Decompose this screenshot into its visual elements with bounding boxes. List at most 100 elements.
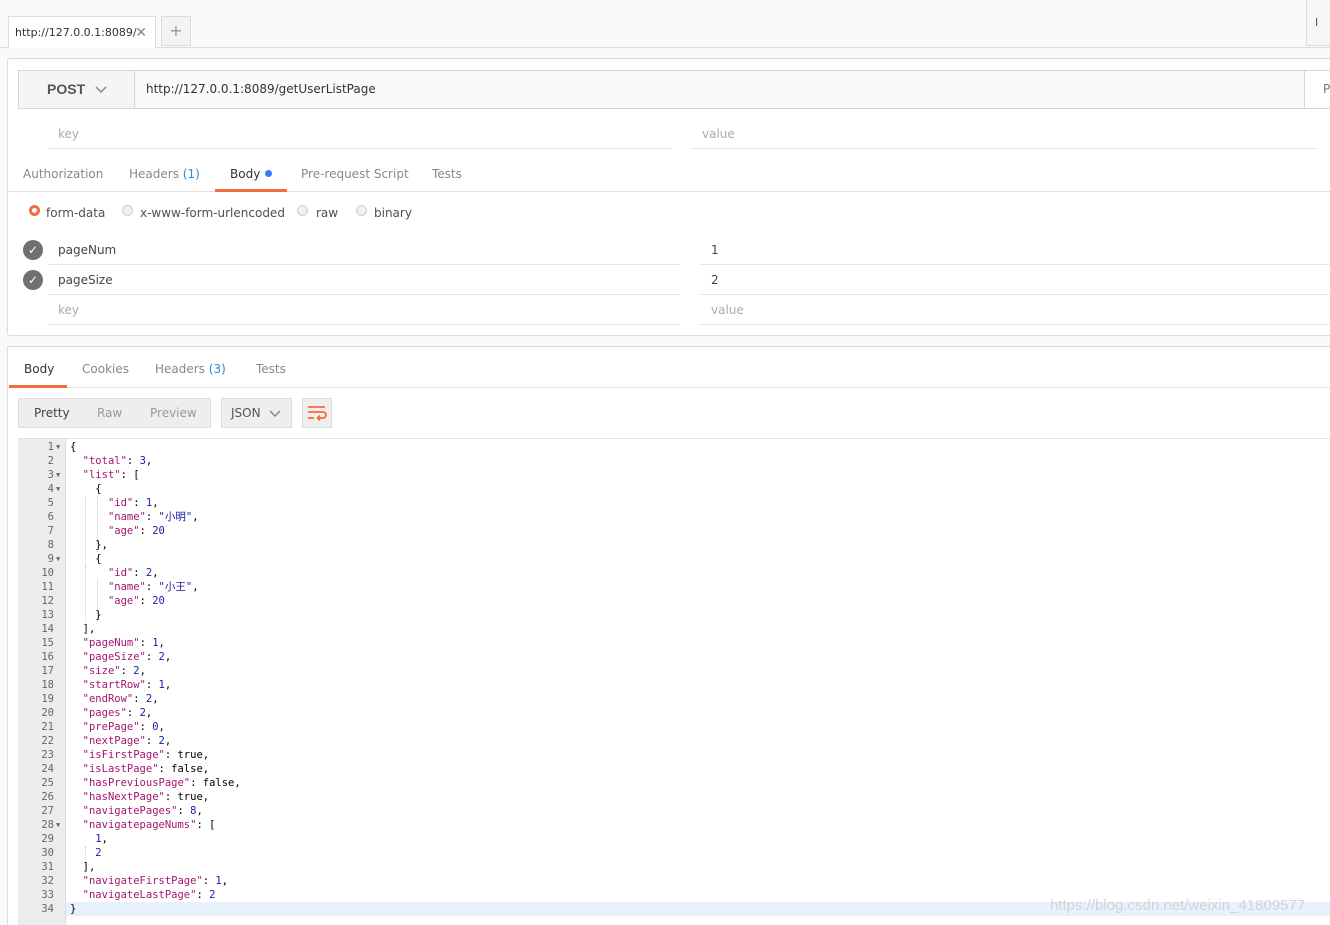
response-tab-body-label: Body <box>24 362 55 376</box>
code-line: "endRow": 2, <box>82 693 159 705</box>
fold-arrow-icon[interactable]: ▼ <box>56 468 64 482</box>
form-new-value-input[interactable]: value <box>700 295 1330 325</box>
code-line: "id": 1, <box>107 497 159 509</box>
line-number: 10 <box>41 567 54 579</box>
form-value-input[interactable]: 1 <box>700 235 1330 265</box>
fold-arrow-icon[interactable]: ▼ <box>56 440 64 454</box>
tab-pre-request-script[interactable]: Pre-request Script <box>301 159 409 192</box>
request-tab[interactable]: http://127.0.0.1:8089/ ✕ <box>8 16 156 48</box>
fold-arrow-icon[interactable]: ▼ <box>56 482 64 496</box>
code-line: "age": 20 <box>107 525 165 537</box>
line-number: 16 <box>41 651 54 663</box>
line-number: 8 <box>47 539 54 551</box>
line-number: 5 <box>47 497 54 509</box>
preview-button[interactable]: Preview <box>150 399 197 427</box>
code-line: }, <box>70 539 108 551</box>
line-number: 29 <box>41 833 54 845</box>
fold-arrow-icon[interactable]: ▼ <box>56 818 64 832</box>
response-tab-headers-label: Headers <box>155 362 205 376</box>
method-label: POST <box>47 81 86 97</box>
code-line: "navigateFirstPage": 1, <box>82 875 229 887</box>
code-line: "pageSize": 2, <box>82 651 172 663</box>
tab-headers[interactable]: Headers (1) <box>129 159 200 192</box>
response-body-editor[interactable]: 1 ▼{2 "total": 3, 3 ▼ "list": [4 ▼ {5 "id": … <box>18 438 1330 925</box>
pretty-button[interactable]: Pretty <box>34 399 70 427</box>
code-line: "pages": 2, <box>82 707 153 719</box>
line-number: 30 <box>41 847 54 859</box>
line-number: 4 <box>47 483 54 495</box>
form-key-input[interactable]: pageSize <box>48 265 680 295</box>
code-line: "navigateLastPage": 2 <box>82 889 216 901</box>
code-line: 2 <box>95 847 102 859</box>
line-number: 33 <box>41 889 54 901</box>
line-number: 13 <box>41 609 54 621</box>
body-mode-raw-label: raw <box>316 206 339 220</box>
wrap-lines-button[interactable] <box>302 398 332 428</box>
line-number: 21 <box>41 721 54 733</box>
response-tab-tests[interactable]: Tests <box>256 347 286 388</box>
line-number: 28 <box>41 819 54 831</box>
code-line: ], <box>70 861 96 873</box>
checkmark-icon[interactable]: ✓ <box>23 270 43 290</box>
radio-x-www-form-urlencoded[interactable] <box>122 205 133 216</box>
response-tab-cookies[interactable]: Cookies <box>82 347 129 388</box>
code-line: "name": "小王", <box>107 581 199 593</box>
code-line: "navigatePages": 8, <box>82 805 203 817</box>
corner-button[interactable]: I <box>1306 0 1330 46</box>
form-key-input[interactable]: pageNum <box>48 235 680 265</box>
request-panel: POST http://127.0.0.1:8089/getUserListPa… <box>7 58 1330 336</box>
line-number: 25 <box>41 777 54 789</box>
body-mode-binary-label: binary <box>374 206 412 220</box>
tab-authorization[interactable]: Authorization <box>23 159 103 192</box>
tab-tests[interactable]: Tests <box>432 159 462 192</box>
fold-arrow-icon[interactable]: ▼ <box>56 552 64 566</box>
code-line: "navigatepageNums": [ <box>82 819 216 831</box>
code-line: { <box>70 483 102 495</box>
tab-body[interactable]: Body <box>215 159 287 192</box>
response-tab-headers[interactable]: Headers (3) <box>155 347 226 388</box>
line-number: 24 <box>41 763 54 775</box>
tab-body-label: Body <box>230 167 261 181</box>
code-line: } <box>70 609 102 621</box>
line-number: 31 <box>41 861 54 873</box>
format-select[interactable]: JSON <box>221 398 292 428</box>
new-tab-button[interactable]: + <box>161 16 191 46</box>
code-line: "id": 2, <box>107 567 159 579</box>
body-mode-urlencoded-label: x-www-form-urlencoded <box>140 206 285 220</box>
code-line: "size": 2, <box>82 665 146 677</box>
line-number: 19 <box>41 693 54 705</box>
radio-binary[interactable] <box>356 205 367 216</box>
code-line: 1, <box>95 833 108 845</box>
form-new-key-input[interactable]: key <box>48 295 680 325</box>
url-param-key-input[interactable]: key <box>48 119 672 149</box>
response-tab-cookies-label: Cookies <box>82 362 129 376</box>
code-line: { <box>70 553 102 565</box>
response-tab-body[interactable]: Body <box>9 347 67 388</box>
wrap-lines-icon <box>308 406 327 422</box>
code-line: "isLastPage": false, <box>82 763 210 775</box>
tab-headers-label: Headers <box>129 167 179 181</box>
line-number: 9 <box>47 553 54 565</box>
code-line: "name": "小明", <box>107 511 199 523</box>
line-number: 12 <box>41 595 54 607</box>
url-param-value-input[interactable]: value <box>692 119 1316 149</box>
radio-raw[interactable] <box>297 205 308 216</box>
code-line: "list": [ <box>82 469 140 481</box>
tab-tests-label: Tests <box>432 167 462 181</box>
line-number: 17 <box>41 665 54 677</box>
code-line: { <box>70 441 77 453</box>
radio-form-data[interactable] <box>29 205 40 216</box>
line-number: 6 <box>47 511 54 523</box>
url-input[interactable]: http://127.0.0.1:8089/getUserListPage <box>136 71 1304 108</box>
form-value-input[interactable]: 2 <box>700 265 1330 295</box>
modified-dot-icon <box>265 170 273 177</box>
checkmark-icon[interactable]: ✓ <box>23 240 43 260</box>
code-line: "startRow": 1, <box>82 679 172 691</box>
response-tab-headers-count: (3) <box>208 362 226 376</box>
response-panel: Body Cookies Headers (3) Tests Pretty Ra… <box>7 346 1330 925</box>
url-bar: POST http://127.0.0.1:8089/getUserListPa… <box>18 70 1330 109</box>
close-tab-icon[interactable]: ✕ <box>135 17 147 49</box>
raw-button[interactable]: Raw <box>97 399 122 427</box>
method-select[interactable]: POST <box>19 71 135 108</box>
params-button[interactable]: P <box>1304 71 1330 108</box>
